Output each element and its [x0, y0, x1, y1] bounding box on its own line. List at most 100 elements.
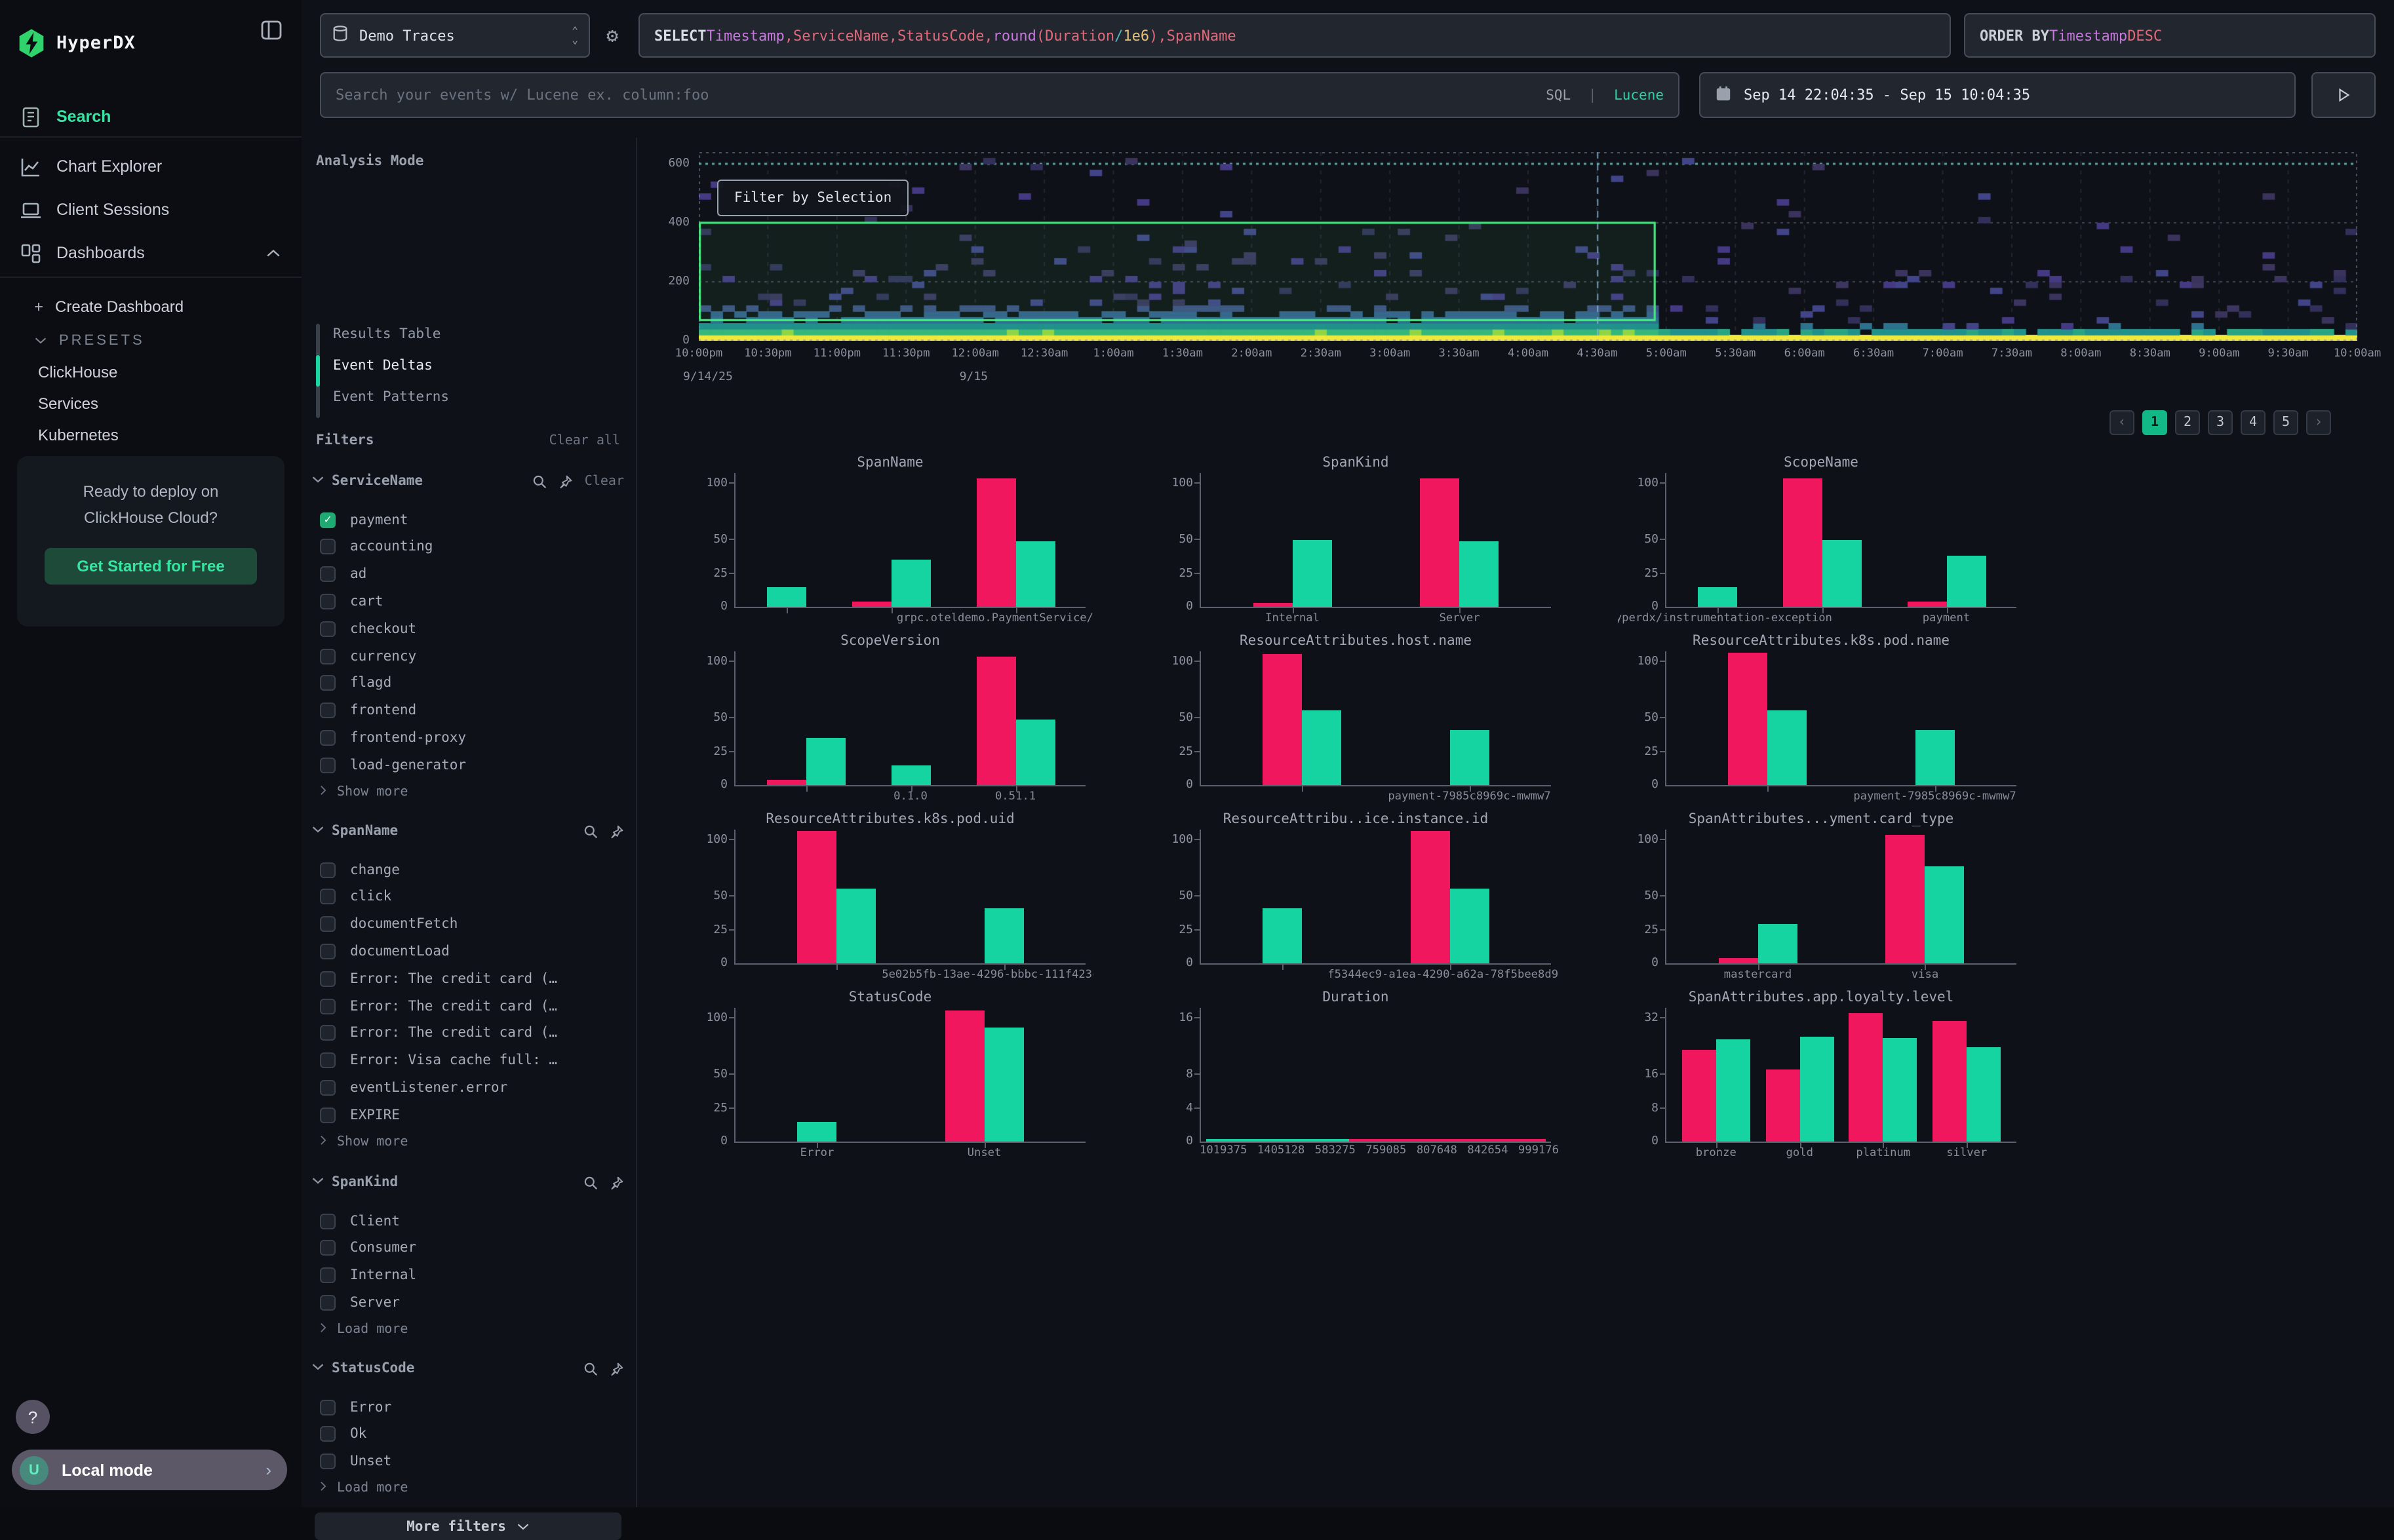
search-icon[interactable] — [583, 1356, 598, 1381]
pin-icon[interactable] — [610, 1170, 624, 1195]
create-dashboard-button[interactable]: + Create Dashboard — [0, 290, 302, 324]
checkbox[interactable] — [320, 1295, 336, 1311]
sidebar-collapse-icon[interactable] — [260, 18, 283, 42]
filter-checkbox-cart[interactable]: cart — [320, 588, 621, 615]
page-prev-button[interactable]: ‹ — [2109, 410, 2134, 435]
lucene-search-input[interactable]: Search your events w/ Lucene ex. column:… — [320, 72, 1679, 118]
search-icon[interactable] — [532, 469, 547, 493]
presets-toggle[interactable]: PRESETS — [0, 324, 302, 358]
filter-checkbox-ad[interactable]: ad — [320, 560, 621, 588]
show-more-button[interactable]: Show more — [320, 1128, 621, 1155]
checkbox[interactable] — [320, 1052, 336, 1068]
get-started-button[interactable]: Get Started for Free — [45, 548, 257, 585]
filter-checkbox-flagd[interactable]: flagd — [320, 670, 621, 697]
sidebar-item-dashboards[interactable]: Dashboards — [0, 233, 302, 273]
sidebar-item-client-sessions[interactable]: Client Sessions — [0, 190, 302, 229]
filter-group-header-ServiceName[interactable]: ServiceNameClear — [312, 469, 624, 493]
filter-checkbox-documentload[interactable]: documentLoad — [320, 938, 621, 965]
checkbox[interactable] — [320, 539, 336, 555]
filter-checkbox-client[interactable]: Client — [320, 1207, 621, 1235]
run-query-button[interactable] — [2311, 72, 2376, 118]
checkbox[interactable] — [320, 998, 336, 1014]
checkbox[interactable]: ✓ — [320, 512, 336, 528]
page-button-1[interactable]: 1 — [2142, 410, 2167, 435]
date-range-picker[interactable]: Sep 14 22:04:35 - Sep 15 10:04:35 — [1699, 72, 2296, 118]
filter-checkbox-currency[interactable]: currency — [320, 642, 621, 670]
filter-checkbox-documentfetch[interactable]: documentFetch — [320, 910, 621, 938]
checkbox[interactable] — [320, 1267, 336, 1283]
lang-lucene[interactable]: Lucene — [1614, 87, 1664, 103]
checkbox[interactable] — [320, 1453, 336, 1469]
sidebar-item-chart-explorer[interactable]: Chart Explorer — [0, 147, 302, 186]
filter-checkbox-eventlistener-error[interactable]: eventListener.error — [320, 1074, 621, 1102]
more-filters-button[interactable]: More filters — [315, 1512, 621, 1540]
checkbox[interactable] — [320, 1080, 336, 1096]
select-query-input[interactable]: SELECT Timestamp, ServiceName, StatusCod… — [638, 13, 1951, 58]
sidebar-item-search[interactable]: Search — [0, 97, 302, 136]
query-language-toggle[interactable]: SQL | Lucene — [1546, 87, 1664, 103]
page-button-3[interactable]: 3 — [2208, 410, 2233, 435]
checkbox[interactable] — [320, 1241, 336, 1256]
local-mode-button[interactable]: U Local mode › — [12, 1450, 287, 1490]
checkbox[interactable] — [320, 703, 336, 718]
checkbox[interactable] — [320, 648, 336, 664]
checkbox[interactable] — [320, 862, 336, 877]
sidebar-item-services[interactable]: Services — [0, 387, 302, 421]
checkbox[interactable] — [320, 1427, 336, 1442]
checkbox[interactable] — [320, 1399, 336, 1415]
page-button-4[interactable]: 4 — [2241, 410, 2266, 435]
checkbox[interactable] — [320, 566, 336, 582]
filter-checkbox-internal[interactable]: Internal — [320, 1261, 621, 1289]
filter-checkbox-frontend[interactable]: frontend — [320, 697, 621, 724]
pin-icon[interactable] — [610, 818, 624, 843]
checkbox[interactable] — [320, 757, 336, 773]
filter-checkbox-error-the-credit-card-[interactable]: Error: The credit card (… — [320, 992, 621, 1020]
page-button-5[interactable]: 5 — [2273, 410, 2298, 435]
show-more-button[interactable]: Show more — [320, 779, 621, 805]
load-more-button[interactable]: Load more — [320, 1475, 621, 1501]
filter-group-header-SpanName[interactable]: SpanName — [312, 819, 624, 843]
pin-icon[interactable] — [559, 469, 573, 493]
checkbox[interactable] — [320, 1026, 336, 1041]
filter-by-selection-button[interactable]: Filter by Selection — [717, 180, 909, 216]
duration-heatmap-canvas[interactable] — [699, 152, 2357, 341]
analysis-mode-event-patterns[interactable]: Event Patterns — [333, 381, 621, 413]
filter-checkbox-load-generator[interactable]: load-generator — [320, 751, 621, 779]
analysis-mode-results-table[interactable]: Results Table — [333, 318, 621, 350]
search-icon[interactable] — [583, 1170, 598, 1195]
filter-checkbox-consumer[interactable]: Consumer — [320, 1235, 621, 1262]
order-by-input[interactable]: ORDER BY Timestamp DESC — [1964, 13, 2376, 58]
filter-group-header-SpanKind[interactable]: SpanKind — [312, 1170, 624, 1194]
gear-icon[interactable]: ⚙ — [600, 24, 624, 47]
filter-checkbox-error[interactable]: Error — [320, 1393, 621, 1421]
source-select[interactable]: Demo Traces ⌃⌄ — [320, 13, 590, 58]
page-button-2[interactable]: 2 — [2175, 410, 2200, 435]
clear-button[interactable]: Clear — [585, 474, 624, 488]
search-icon[interactable] — [583, 818, 598, 843]
filter-checkbox-error-the-credit-card-[interactable]: Error: The credit card (… — [320, 965, 621, 992]
filter-checkbox-accounting[interactable]: accounting — [320, 533, 621, 561]
checkbox[interactable] — [320, 730, 336, 746]
filter-checkbox-error-the-credit-card-[interactable]: Error: The credit card (… — [320, 1020, 621, 1047]
filter-checkbox-change[interactable]: change — [320, 856, 621, 883]
filter-checkbox-expire[interactable]: EXPIRE — [320, 1101, 621, 1128]
pin-icon[interactable] — [610, 1356, 624, 1381]
filter-checkbox-server[interactable]: Server — [320, 1289, 621, 1317]
load-more-button[interactable]: Load more — [320, 1316, 621, 1342]
filter-checkbox-click[interactable]: click — [320, 883, 621, 911]
lang-sql[interactable]: SQL — [1546, 87, 1571, 103]
help-button[interactable]: ? — [16, 1400, 50, 1434]
filter-checkbox-frontend-proxy[interactable]: frontend-proxy — [320, 724, 621, 752]
checkbox[interactable] — [320, 944, 336, 959]
analysis-mode-event-deltas[interactable]: Event Deltas — [333, 350, 621, 381]
filter-group-header-StatusCode[interactable]: StatusCode — [312, 1357, 624, 1380]
checkbox[interactable] — [320, 889, 336, 905]
filter-checkbox-unset[interactable]: Unset — [320, 1448, 621, 1475]
sidebar-item-kubernetes[interactable]: Kubernetes — [0, 418, 302, 452]
filter-checkbox-checkout[interactable]: checkout — [320, 615, 621, 642]
checkbox[interactable] — [320, 916, 336, 932]
filter-checkbox-payment[interactable]: ✓payment — [320, 506, 621, 533]
checkbox[interactable] — [320, 1107, 336, 1123]
checkbox[interactable] — [320, 1213, 336, 1229]
filter-checkbox-ok[interactable]: Ok — [320, 1421, 621, 1448]
